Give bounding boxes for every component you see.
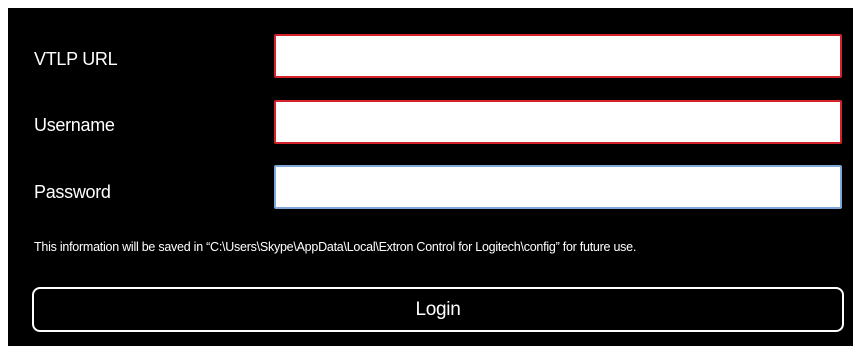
password-label: Password	[34, 182, 111, 202]
password-input[interactable]	[274, 165, 842, 209]
vtlp-url-label: VTLP URL	[34, 49, 118, 69]
username-label: Username	[34, 115, 115, 135]
save-location-info: This information will be saved in “C:\Us…	[34, 240, 637, 254]
vtlp-url-input[interactable]	[274, 34, 842, 78]
login-button[interactable]: Login	[32, 287, 844, 332]
login-panel: VTLP URL Username Password This informat…	[8, 8, 853, 346]
username-input[interactable]	[274, 100, 842, 144]
